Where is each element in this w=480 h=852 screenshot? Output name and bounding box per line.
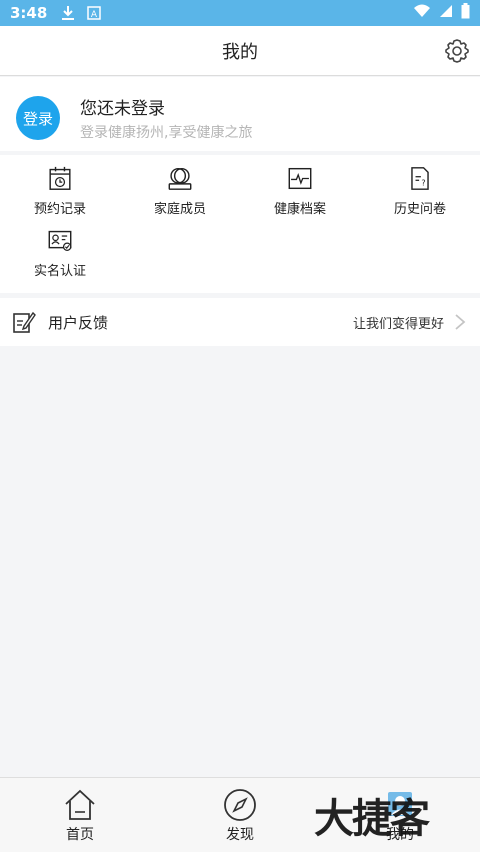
family-members-icon — [168, 167, 192, 190]
grid-item-label: 实名认证 — [33, 264, 86, 279]
function-grid: 预约记录 家庭成员 健康档案 ? 历史问卷 实名认证 — [0, 155, 480, 293]
tab-label: 首页 — [66, 827, 94, 843]
compass-icon — [224, 789, 256, 821]
grid-item-label: 历史问卷 — [393, 202, 446, 217]
tab-label: 发现 — [226, 827, 254, 843]
grid-item-label: 家庭成员 — [153, 202, 206, 217]
download-icon — [61, 5, 75, 21]
feedback-row[interactable]: 用户反馈 让我们变得更好 — [0, 298, 480, 346]
edit-note-icon — [13, 311, 36, 333]
grid-item-label: 健康档案 — [273, 202, 326, 217]
header-bar: 我的 — [0, 26, 480, 76]
svg-text:A: A — [91, 10, 98, 20]
profile-subtitle: 登录健康扬州,享受健康之旅 — [80, 125, 253, 141]
tab-home[interactable]: 首页 — [40, 788, 120, 848]
grid-item-label: 预约记录 — [33, 202, 86, 217]
calendar-clock-icon — [49, 166, 71, 190]
profile-name[interactable]: 您还未登录 — [80, 94, 165, 119]
page-title: 我的 — [222, 41, 258, 63]
feedback-hint: 让我们变得更好 — [352, 316, 444, 332]
questionnaire-icon: ? — [411, 167, 429, 190]
status-time: 3:48 — [10, 4, 48, 22]
battery-icon — [461, 3, 470, 23]
signal-icon — [439, 4, 453, 22]
status-bar: 3:48 A — [0, 0, 480, 26]
feedback-label: 用户反馈 — [48, 313, 109, 332]
grid-item-real-name[interactable]: 实名认证 — [0, 217, 120, 279]
watermark-logo: 大捷客 — [314, 795, 430, 842]
id-card-icon — [48, 230, 72, 251]
home-icon — [65, 789, 95, 820]
app-a-icon: A — [87, 6, 102, 20]
tab-discover[interactable]: 发现 — [200, 788, 280, 848]
login-button[interactable]: 登录 — [16, 96, 60, 140]
grid-item-family[interactable]: 家庭成员 — [120, 155, 240, 217]
grid-item-questionnaire[interactable]: ? 历史问卷 — [360, 155, 480, 217]
chevron-right-icon — [455, 314, 466, 330]
profile-section: 登录 您还未登录 登录健康扬州,享受健康之旅 — [0, 77, 480, 151]
wifi-icon — [413, 4, 431, 22]
svg-text:?: ? — [421, 179, 425, 188]
health-record-icon — [288, 167, 312, 190]
grid-item-appointments[interactable]: 预约记录 — [0, 155, 120, 217]
gear-icon[interactable] — [444, 38, 470, 64]
grid-item-health-record[interactable]: 健康档案 — [240, 155, 360, 217]
